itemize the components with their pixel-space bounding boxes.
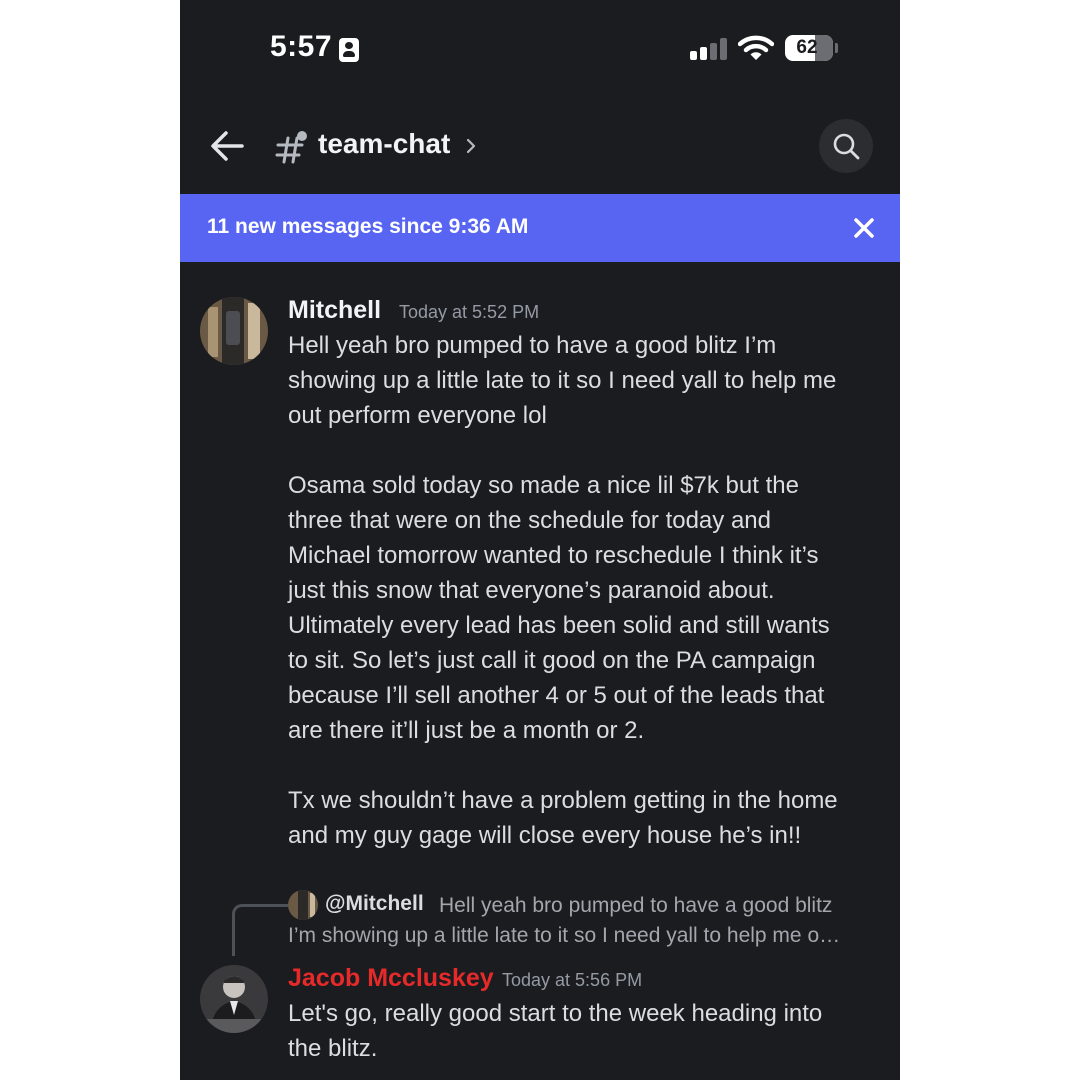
- battery-icon: 62: [785, 35, 833, 61]
- close-icon[interactable]: [852, 216, 876, 240]
- message-timestamp: Today at 5:56 PM: [502, 970, 643, 990]
- reply-avatar: [288, 890, 318, 920]
- reply-preview-line2[interactable]: I’m showing up a little late to it so I …: [288, 924, 840, 948]
- channel-header: team-chat: [180, 100, 900, 194]
- battery-percentage: 62: [796, 37, 818, 58]
- battery-tip: [835, 43, 838, 53]
- id-card-icon: [339, 38, 359, 62]
- new-messages-banner[interactable]: 11 new messages since 9:36 AM: [180, 194, 900, 262]
- message-body: Hell yeah bro pumped to have a good blit…: [288, 332, 838, 849]
- avatar[interactable]: [200, 965, 268, 1033]
- message-timestamp: Today at 5:52 PM: [399, 302, 540, 322]
- signal-icon: [690, 38, 730, 60]
- reply-preview-line1[interactable]: Hell yeah bro pumped to have a good blit…: [439, 894, 832, 918]
- new-messages-text: 11 new messages since 9:36 AM: [207, 215, 529, 238]
- wifi-icon: [738, 35, 774, 60]
- channel-title[interactable]: team-chat: [318, 128, 450, 160]
- status-time: 5:57: [270, 30, 333, 63]
- status-bar: 5:57 62: [180, 0, 900, 100]
- search-icon: [833, 133, 860, 160]
- back-arrow-icon[interactable]: [208, 126, 248, 166]
- reply-connector: [232, 904, 288, 956]
- reply-author[interactable]: @Mitchell: [325, 892, 424, 916]
- message-body: Let's go, really good start to the week …: [288, 1000, 823, 1062]
- message-author[interactable]: Mitchell: [288, 296, 381, 325]
- message-author[interactable]: Jacob Mccluskey: [288, 964, 494, 993]
- avatar[interactable]: [200, 297, 268, 365]
- chevron-right-icon[interactable]: [464, 136, 478, 156]
- hashtag-icon: [275, 131, 307, 164]
- search-button[interactable]: [819, 119, 873, 173]
- phone-screen: 5:57 62 team-chat 11 new messages since …: [180, 0, 900, 1080]
